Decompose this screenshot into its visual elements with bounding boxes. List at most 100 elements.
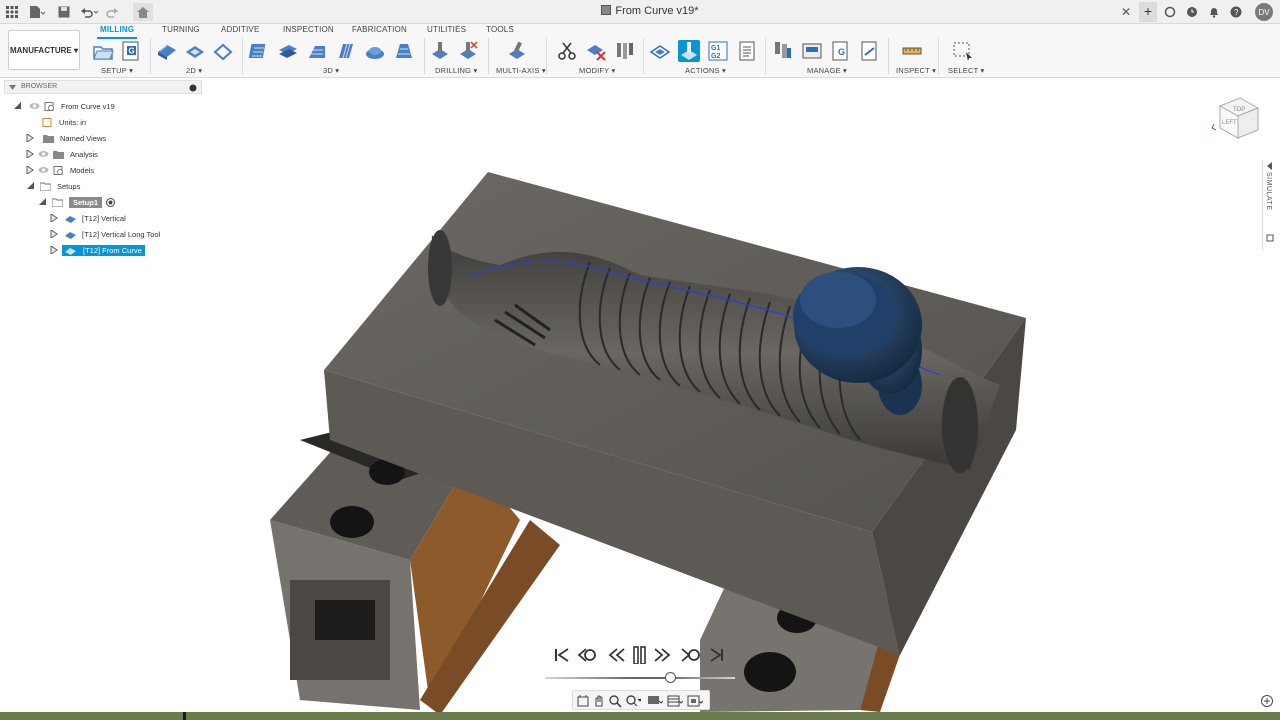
workspace-switcher[interactable]: MANUFACTURE ▾ [8, 30, 80, 70]
tool-library-icon[interactable] [614, 40, 636, 62]
scallop-icon[interactable] [364, 40, 386, 62]
post-process-icon[interactable]: G1 G2 [707, 40, 729, 62]
redo-icon[interactable] [105, 3, 123, 21]
simulate-side-panel[interactable]: SIMULATE [1262, 160, 1276, 250]
delete-toolpath-icon[interactable] [585, 40, 607, 62]
tree-item-analysis[interactable]: Analysis [26, 147, 98, 161]
pause-icon[interactable] [630, 646, 650, 665]
simulate-icon[interactable] [649, 40, 671, 62]
group-actions[interactable]: ACTIONS ▾ [685, 66, 726, 75]
group-select[interactable]: SELECT ▾ [948, 66, 985, 75]
collapsed-icon[interactable] [50, 214, 58, 222]
tab-fabrication[interactable]: FABRICATION [352, 25, 407, 34]
face-icon[interactable] [156, 40, 178, 62]
zoom-icon[interactable] [607, 693, 623, 709]
post-library-icon[interactable]: G [830, 40, 852, 62]
pin-icon[interactable] [189, 84, 197, 92]
machine-library-icon[interactable] [801, 40, 823, 62]
pan-icon[interactable] [591, 693, 607, 709]
multi-axis-icon[interactable] [506, 40, 528, 62]
refresh-icon[interactable] [1161, 3, 1179, 21]
skip-to-start-icon[interactable] [552, 646, 572, 664]
simulate-with-machine-icon[interactable] [678, 40, 700, 62]
expanded-icon[interactable] [38, 198, 46, 206]
new-setup-icon[interactable] [92, 40, 114, 62]
drill-icon[interactable] [429, 40, 451, 62]
group-modify[interactable]: MODIFY ▾ [579, 66, 615, 75]
setup-sheet-icon[interactable] [736, 40, 758, 62]
file-icon[interactable] [28, 3, 46, 21]
step-forward-icon[interactable] [680, 646, 700, 664]
tab-additive[interactable]: ADDITIVE [221, 25, 260, 34]
grid-settings-icon[interactable] [667, 693, 684, 709]
collapse-icon[interactable] [1266, 162, 1274, 170]
tree-item-named-views[interactable]: Named Views [26, 131, 106, 145]
manage-tool-library-icon[interactable] [772, 40, 794, 62]
activate-icon[interactable] [106, 197, 116, 207]
tree-item-units[interactable]: Units: in [42, 115, 86, 129]
tree-item-operation[interactable]: [T12] Vertical Long Tool [50, 227, 160, 241]
home-icon[interactable] [133, 3, 153, 21]
tab-inspection[interactable]: INSPECTION [283, 25, 334, 34]
skip-to-end-icon[interactable] [707, 646, 727, 664]
template-library-icon[interactable] [859, 40, 881, 62]
tree-item-operation-selected[interactable]: [T12] From Curve [50, 243, 145, 257]
plus-icon[interactable]: + [1139, 2, 1157, 22]
tab-utilities[interactable]: UTILITIES [427, 25, 466, 34]
parallel-icon[interactable] [335, 40, 357, 62]
3d-adaptive-icon[interactable] [248, 40, 270, 62]
measure-icon[interactable] [901, 40, 923, 62]
orbit-icon[interactable] [575, 693, 591, 709]
hole-recognition-icon[interactable] [457, 40, 479, 62]
grid-icon[interactable] [3, 3, 21, 21]
browser-root[interactable]: From Curve v19 [13, 99, 115, 113]
collapse-icon[interactable] [9, 84, 16, 91]
steep-and-shallow-icon[interactable] [306, 40, 328, 62]
2d-contour-icon[interactable] [212, 40, 234, 62]
eye-icon[interactable] [29, 102, 40, 110]
expanded-icon[interactable] [13, 102, 21, 110]
help-icon[interactable]: ? [1227, 3, 1245, 21]
avatar[interactable]: DV [1255, 3, 1273, 21]
bell-icon[interactable] [1205, 3, 1223, 21]
collapsed-icon[interactable] [50, 230, 58, 238]
layout-toggle-icon[interactable] [1260, 694, 1274, 708]
contour-3d-icon[interactable] [393, 40, 415, 62]
collapsed-icon[interactable] [26, 166, 34, 174]
collapsed-icon[interactable] [26, 134, 34, 142]
zoom-window-icon[interactable] [625, 693, 643, 709]
rewind-icon[interactable] [607, 646, 627, 664]
close-icon[interactable]: ✕ [1121, 3, 1135, 21]
group-2d[interactable]: 2D ▾ [186, 66, 202, 75]
tree-item-operation[interactable]: [T12] Vertical [50, 211, 126, 225]
collapsed-icon[interactable] [50, 246, 58, 254]
selected-row[interactable]: [T12] From Curve [62, 244, 145, 256]
collapsed-icon[interactable] [26, 150, 34, 158]
group-setup[interactable]: SETUP ▾ [101, 66, 133, 75]
group-inspect[interactable]: INSPECT ▾ [896, 66, 936, 75]
expanded-icon[interactable] [26, 182, 34, 190]
clock-icon[interactable] [1183, 3, 1201, 21]
browser-panel-header[interactable]: BROWSER [4, 80, 202, 94]
step-back-icon[interactable] [577, 646, 597, 664]
fast-forward-icon[interactable] [652, 646, 672, 664]
settings-icon[interactable] [1266, 234, 1274, 242]
tab-turning[interactable]: TURNING [162, 25, 200, 34]
display-settings-icon[interactable] [647, 693, 664, 709]
tree-item-setup1[interactable]: Setup1 [38, 195, 116, 209]
simulation-timeline[interactable] [545, 677, 735, 679]
group-3d[interactable]: 3D ▾ [323, 66, 339, 75]
tree-item-models[interactable]: Models [26, 163, 94, 177]
tab-milling[interactable]: MILLING [100, 25, 134, 34]
select-icon[interactable] [952, 40, 974, 62]
viewports-icon[interactable] [687, 693, 704, 709]
pocket-icon[interactable] [277, 40, 299, 62]
tab-tools[interactable]: TOOLS [486, 25, 514, 34]
2d-adaptive-icon[interactable] [184, 40, 206, 62]
canvas-viewport[interactable]: TOP LEFT [0, 78, 1280, 715]
timeline-slider-handle[interactable] [664, 672, 676, 683]
scissors-icon[interactable] [556, 40, 578, 62]
undo-icon[interactable] [80, 3, 98, 21]
nc-program-icon[interactable]: G [120, 40, 142, 62]
group-manage[interactable]: MANAGE ▾ [807, 66, 847, 75]
